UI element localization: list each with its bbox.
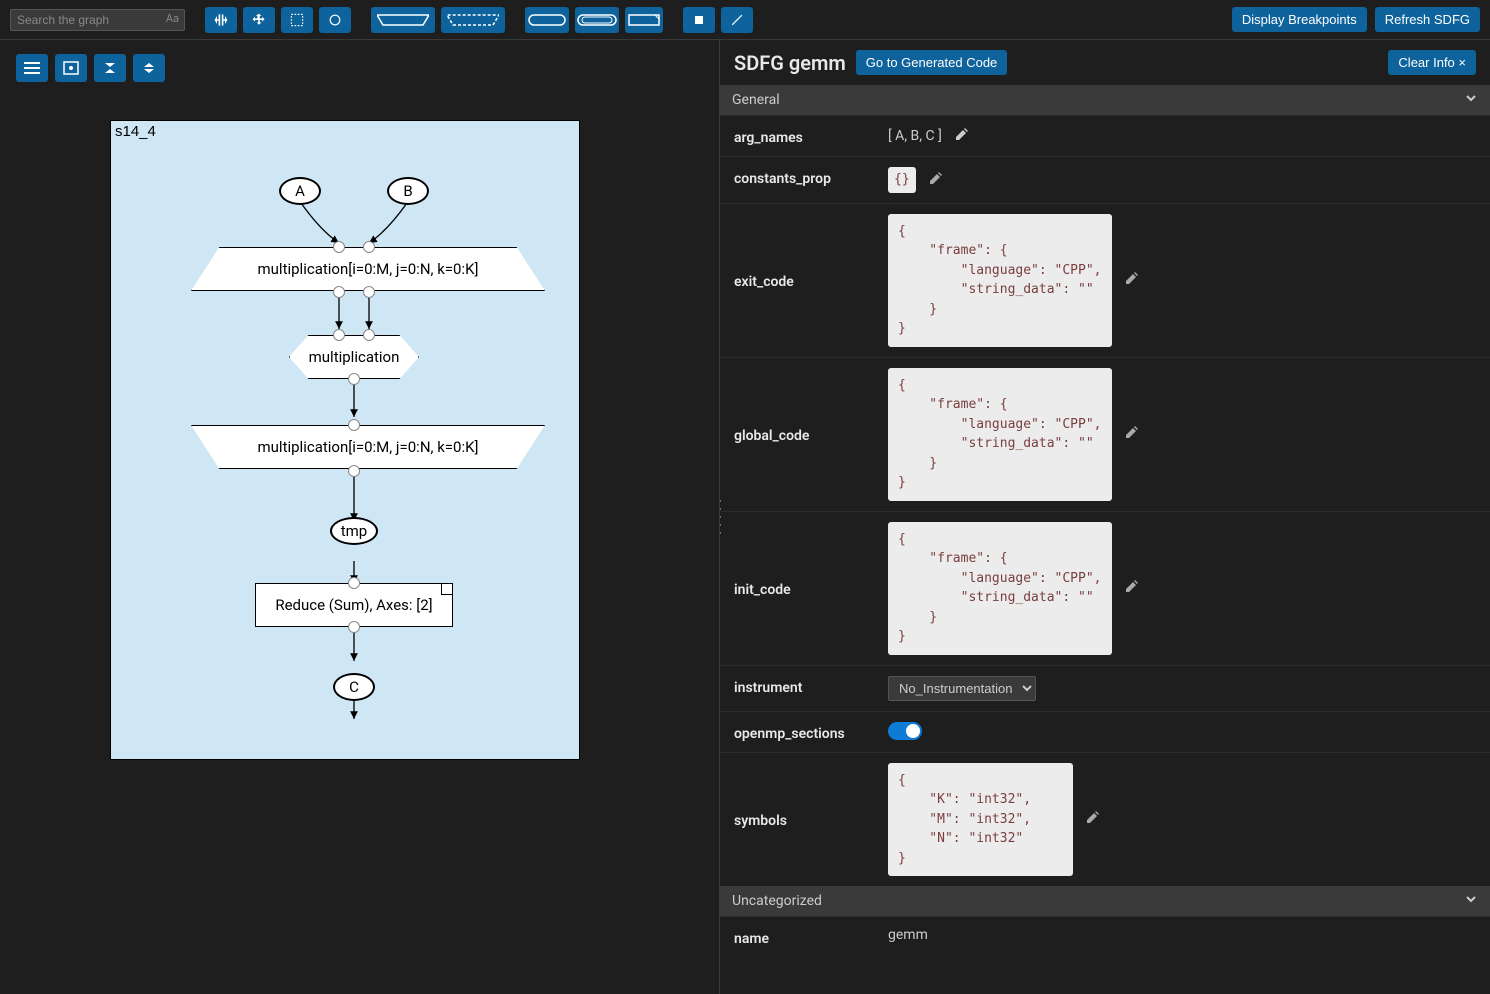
access-node-tool[interactable]: [683, 7, 715, 33]
top-toolbar: Aa Display Breakpoints Refresh SDFG: [0, 0, 1490, 40]
library-tool[interactable]: [625, 7, 663, 33]
prop-constants-prop: constants_prop {}: [720, 156, 1490, 203]
main-split: s14_4 A B multiplication[i=0:M, j=0:N, k…: [0, 40, 1490, 994]
symbols-value: { "K": "int32", "M": "int32", "N": "int3…: [888, 763, 1073, 877]
prop-openmp-sections: openmp_sections: [720, 711, 1490, 752]
port: [348, 465, 360, 477]
map-exit-node[interactable]: multiplication[i=0:M, j=0:N, k=0:K]: [191, 425, 545, 469]
name-value: gemm: [888, 927, 928, 943]
nested-sdfg-tool[interactable]: [575, 7, 619, 33]
edit-icon[interactable]: [1124, 578, 1140, 598]
case-sensitive-toggle[interactable]: Aa: [166, 12, 179, 25]
select-tool[interactable]: [281, 7, 313, 33]
global-code-value: { "frame": { "language": "CPP", "string_…: [888, 368, 1112, 501]
access-node-c[interactable]: C: [333, 673, 375, 701]
port: [348, 419, 360, 431]
constants-prop-value: {}: [888, 167, 916, 193]
tasklet-tool[interactable]: [525, 7, 569, 33]
goto-generated-code-button[interactable]: Go to Generated Code: [856, 50, 1008, 75]
move-tool[interactable]: [243, 7, 275, 33]
display-breakpoints-button[interactable]: Display Breakpoints: [1232, 7, 1367, 32]
panel-title: SDFG gemm: [734, 51, 846, 75]
edge-tool[interactable]: [721, 7, 753, 33]
prop-instrument: instrument No_Instrumentation: [720, 665, 1490, 711]
map-entry-dashed-tool[interactable]: [441, 7, 505, 33]
exit-code-value: { "frame": { "language": "CPP", "string_…: [888, 214, 1112, 347]
graph-canvas[interactable]: s14_4 A B multiplication[i=0:M, j=0:N, k…: [110, 120, 580, 760]
port: [348, 373, 360, 385]
expand-button[interactable]: [133, 54, 165, 82]
graph-pane[interactable]: s14_4 A B multiplication[i=0:M, j=0:N, k…: [0, 40, 720, 994]
access-node-a[interactable]: A: [279, 177, 321, 205]
panel-header: SDFG gemm Go to Generated Code Clear Inf…: [720, 40, 1490, 85]
prop-init-code: init_code { "frame": { "language": "CPP"…: [720, 511, 1490, 665]
access-node-tmp[interactable]: tmp: [330, 517, 378, 545]
port: [348, 621, 360, 633]
shape-tools-2: [525, 7, 663, 33]
port: [363, 286, 375, 298]
clear-info-button[interactable]: Clear Info ×: [1388, 50, 1476, 75]
section-uncategorized[interactable]: Uncategorized: [720, 886, 1490, 916]
port: [333, 329, 345, 341]
menu-button[interactable]: [16, 54, 48, 82]
port: [333, 286, 345, 298]
edit-icon[interactable]: [954, 126, 970, 146]
section-general[interactable]: General: [720, 85, 1490, 115]
port: [348, 577, 360, 589]
chevron-down-icon: [1464, 91, 1478, 109]
state-tool[interactable]: [319, 7, 351, 33]
info-panel[interactable]: SDFG gemm Go to Generated Code Clear Inf…: [720, 40, 1490, 994]
access-node-b[interactable]: B: [387, 177, 429, 205]
port: [333, 241, 345, 253]
pan-tool[interactable]: [205, 7, 237, 33]
fit-view-button[interactable]: [55, 54, 87, 82]
edit-icon[interactable]: [928, 170, 944, 190]
shape-tools: [371, 7, 505, 33]
prop-exit-code: exit_code { "frame": { "language": "CPP"…: [720, 203, 1490, 357]
map-entry-tool[interactable]: [371, 7, 435, 33]
graph-controls: [16, 54, 165, 82]
port: [363, 329, 375, 341]
edit-icon[interactable]: [1124, 270, 1140, 290]
prop-name: name gemm: [720, 916, 1490, 957]
chevron-down-icon: [1464, 892, 1478, 910]
state-label: s14_4: [115, 123, 156, 140]
prop-global-code: global_code { "frame": { "language": "CP…: [720, 357, 1490, 511]
edit-icon[interactable]: [1124, 424, 1140, 444]
refresh-sdfg-button[interactable]: Refresh SDFG: [1375, 7, 1480, 32]
map-entry-node[interactable]: multiplication[i=0:M, j=0:N, k=0:K]: [191, 247, 545, 291]
arg-names-value: [ A, B, C ]: [888, 128, 942, 144]
mode-tools: [205, 7, 351, 33]
shape-tools-3: [683, 7, 753, 33]
instrument-select[interactable]: No_Instrumentation: [888, 676, 1036, 701]
top-right-buttons: Display Breakpoints Refresh SDFG: [1232, 7, 1480, 32]
edit-icon[interactable]: [1085, 809, 1101, 829]
init-code-value: { "frame": { "language": "CPP", "string_…: [888, 522, 1112, 655]
search-input[interactable]: [10, 9, 185, 31]
prop-arg-names: arg_names [ A, B, C ]: [720, 115, 1490, 156]
search-wrap: Aa: [10, 9, 185, 31]
prop-symbols: symbols { "K": "int32", "M": "int32", "N…: [720, 752, 1490, 887]
collapse-button[interactable]: [94, 54, 126, 82]
port: [363, 241, 375, 253]
splitter-handle[interactable]: [720, 497, 723, 537]
openmp-toggle[interactable]: [888, 722, 922, 740]
